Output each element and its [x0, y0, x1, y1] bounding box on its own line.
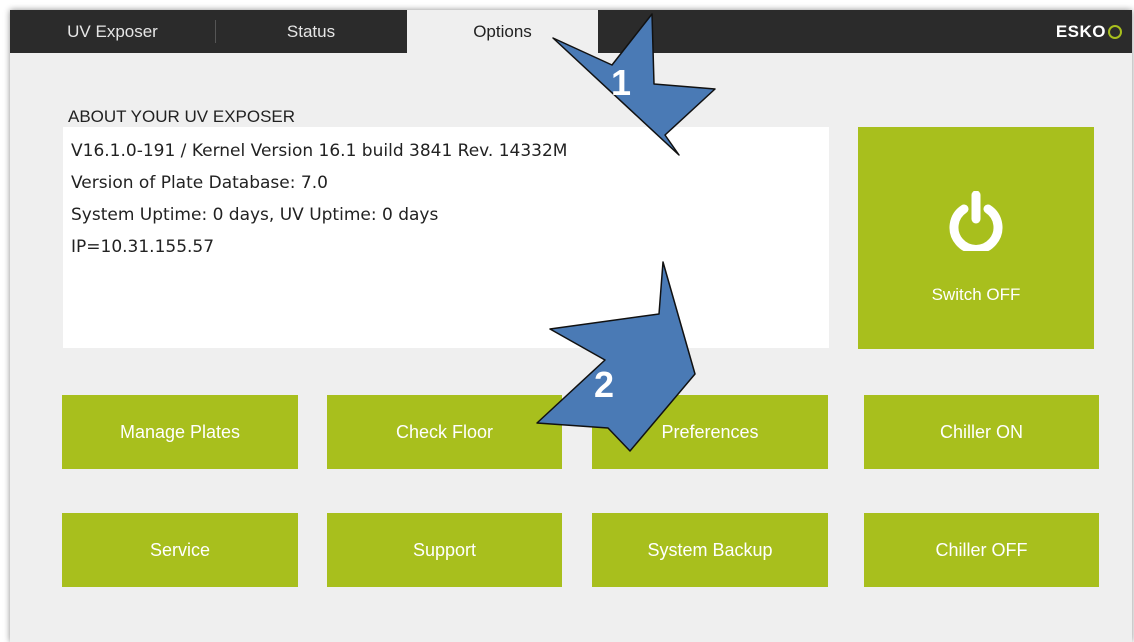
chiller-on-button[interactable]: Chiller ON — [864, 395, 1099, 469]
support-button[interactable]: Support — [327, 513, 562, 587]
top-tab-bar: UV Exposer Status Options ESKO — [10, 10, 1132, 53]
chiller-off-button[interactable]: Chiller OFF — [864, 513, 1099, 587]
about-info-box: V16.1.0-191 / Kernel Version 16.1 build … — [63, 127, 829, 348]
tab-uv-exposer[interactable]: UV Exposer — [10, 10, 215, 53]
plate-db-line: Version of Plate Database: 7.0 — [71, 173, 328, 193]
switch-off-button[interactable]: Switch OFF — [858, 127, 1094, 349]
switch-off-label: Switch OFF — [931, 285, 1021, 304]
esko-mark-icon — [1108, 25, 1122, 39]
tab-status[interactable]: Status — [215, 10, 407, 53]
about-title: ABOUT YOUR UV EXPOSER — [68, 107, 296, 126]
service-button[interactable]: Service — [62, 513, 298, 587]
uptime-line: System Uptime: 0 days, UV Uptime: 0 days — [71, 205, 439, 225]
esko-logo: ESKO — [1056, 22, 1122, 42]
version-line: V16.1.0-191 / Kernel Version 16.1 build … — [71, 141, 568, 161]
tab-options[interactable]: Options — [407, 10, 598, 53]
logo-text: ESKO — [1055, 22, 1106, 41]
system-backup-button[interactable]: System Backup — [592, 513, 828, 587]
check-floor-button[interactable]: Check Floor — [327, 395, 562, 469]
ip-line: IP=10.31.155.57 — [71, 237, 215, 257]
uv-exposer-window: UV Exposer Status Options ESKO ABOUT YOU… — [10, 10, 1132, 642]
preferences-button[interactable]: Preferences — [592, 395, 828, 469]
manage-plates-button[interactable]: Manage Plates — [62, 395, 298, 469]
power-icon — [949, 191, 1003, 251]
